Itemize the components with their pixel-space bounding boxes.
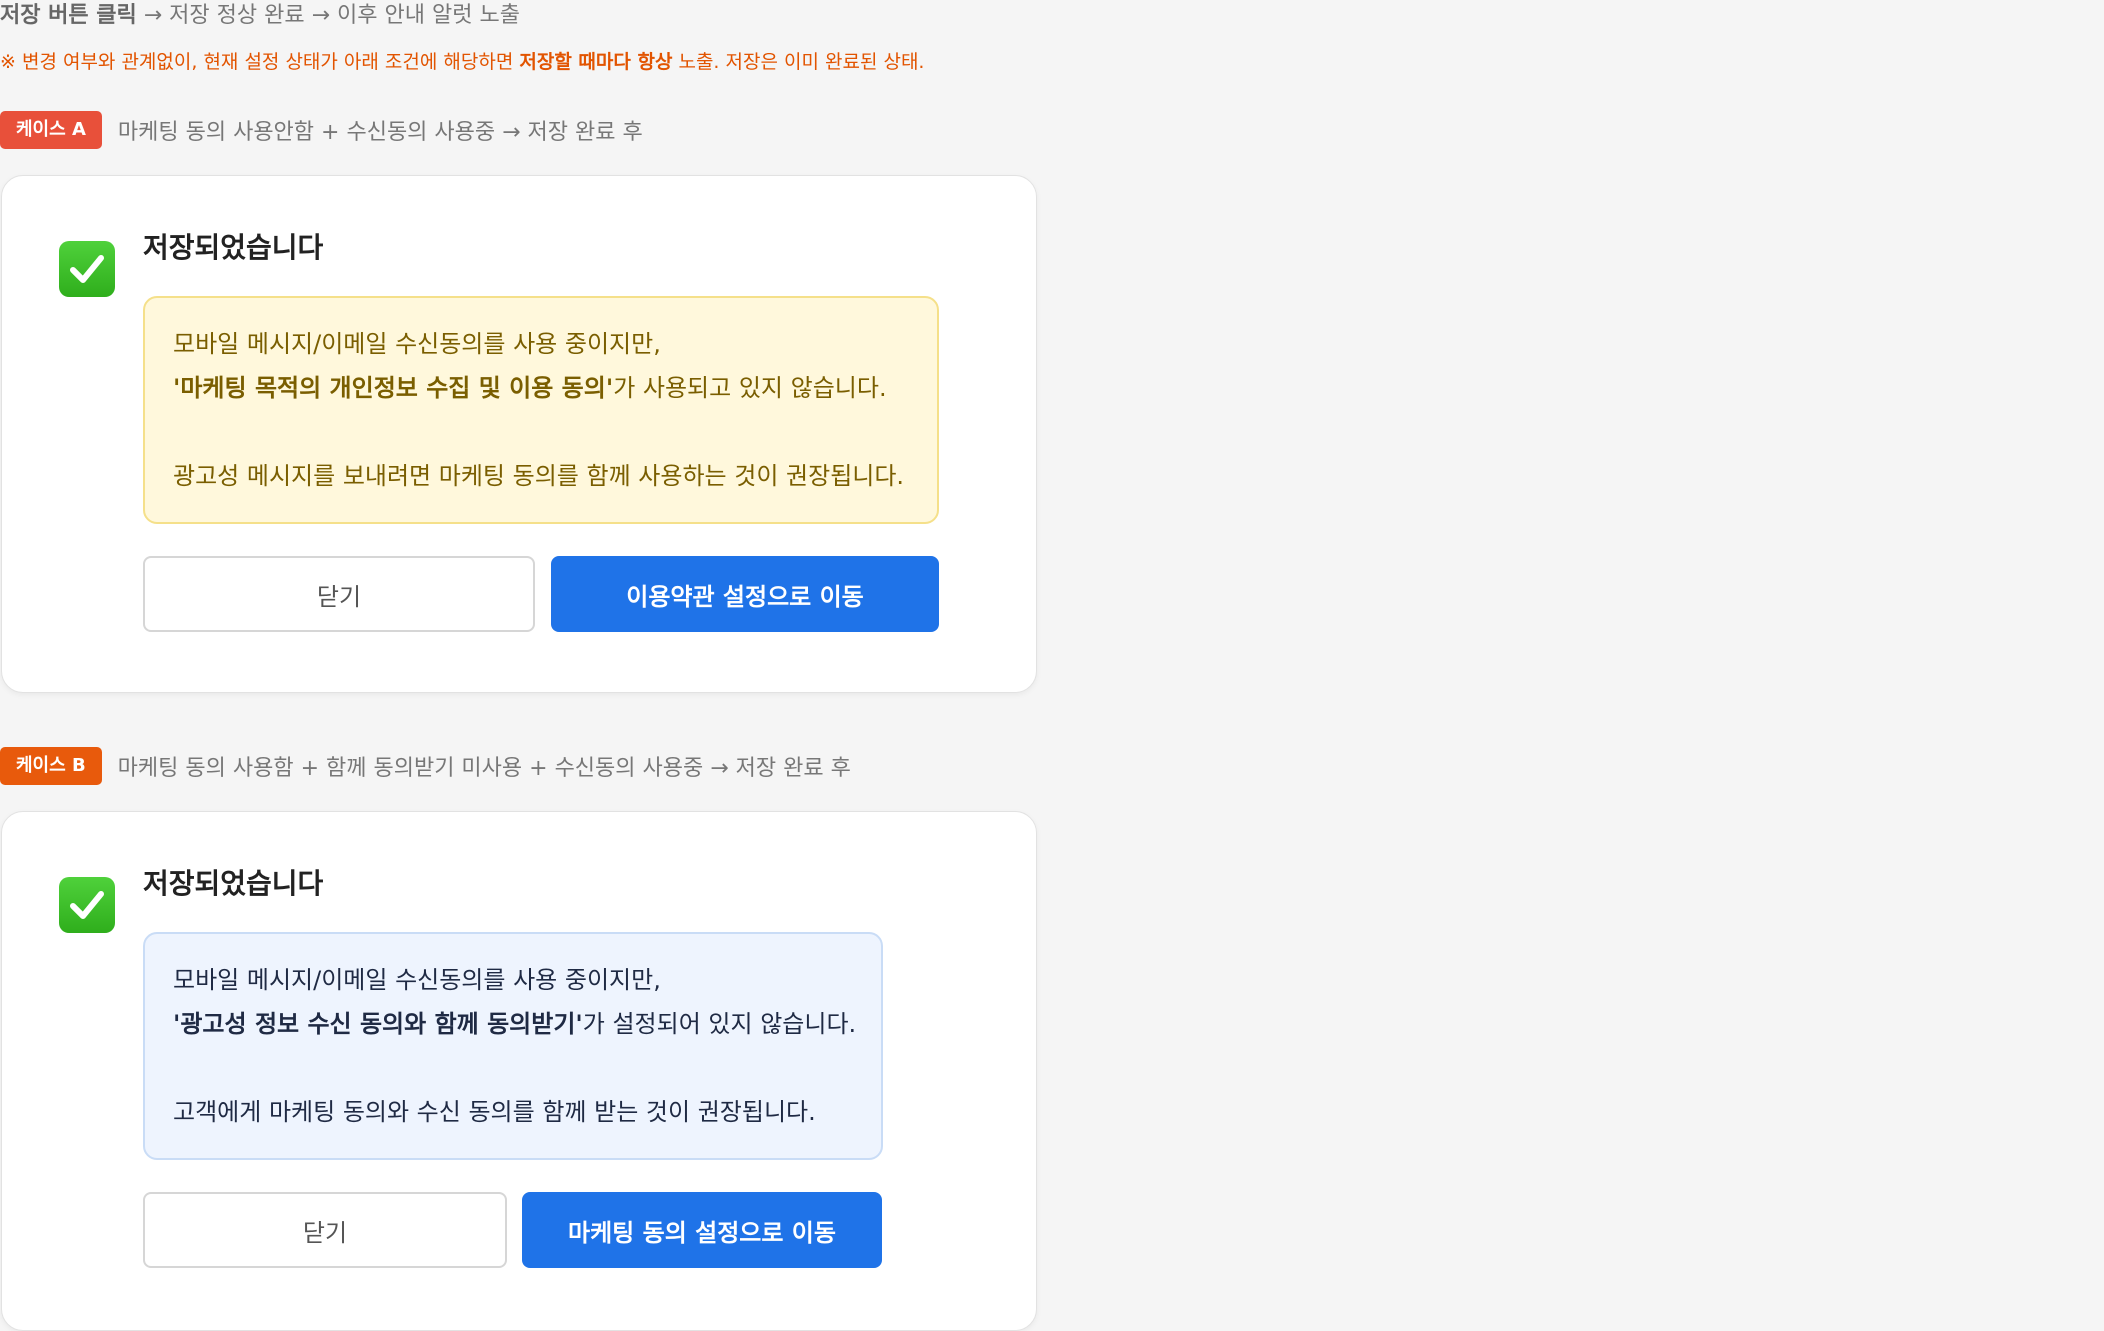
- case-a-badge: 케이스 A: [0, 111, 102, 149]
- note-prefix: ※ 변경 여부와 관계없이, 현재 설정 상태가 아래 조건에 해당하면: [0, 51, 520, 73]
- close-button[interactable]: 닫기: [143, 556, 535, 632]
- case-b-alert-dialog: 저장되었습니다 모바일 메시지/이메일 수신동의를 사용 중이지만, '광고성 …: [1, 811, 1037, 1331]
- case-b-label: 케이스 B 마케팅 동의 사용함 + 함께 동의받기 미사용 + 수신동의 사용…: [0, 747, 851, 785]
- dialog-title: 저장되었습니다: [143, 867, 324, 900]
- message-line-1: 모바일 메시지/이메일 수신동의를 사용 중이지만,: [173, 966, 661, 994]
- case-b-badge: 케이스 B: [0, 747, 102, 785]
- case-b-description: 마케팅 동의 사용함 + 함께 동의받기 미사용 + 수신동의 사용중 → 저장…: [117, 756, 851, 781]
- message-line-2-rest: 가 사용되고 있지 않습니다.: [613, 374, 887, 402]
- flow-description: 저장 버튼 클릭 → 저장 정상 완료 → 이후 안내 알럿 노출: [0, 0, 520, 32]
- message-line-1: 모바일 메시지/이메일 수신동의를 사용 중이지만,: [173, 330, 661, 358]
- note-suffix: 노출. 저장은 이미 완료된 상태.: [672, 51, 925, 73]
- info-message-box: 모바일 메시지/이메일 수신동의를 사용 중이지만, '광고성 정보 수신 동의…: [143, 932, 883, 1160]
- message-line-2-rest: 가 설정되어 있지 않습니다.: [582, 1010, 857, 1038]
- condition-note: ※ 변경 여부와 관계없이, 현재 설정 상태가 아래 조건에 해당하면 저장할…: [0, 47, 924, 77]
- message-line-2: '마케팅 목적의 개인정보 수집 및 이용 동의'가 사용되고 있지 않습니다.: [173, 366, 909, 410]
- dialog-title: 저장되었습니다: [143, 231, 324, 264]
- check-box-icon: [59, 877, 115, 933]
- case-a-label: 케이스 A 마케팅 동의 사용안함 + 수신동의 사용중 → 저장 완료 후: [0, 111, 643, 149]
- message-line-2: '광고성 정보 수신 동의와 함께 동의받기'가 설정되어 있지 않습니다.: [173, 1002, 857, 1046]
- go-to-marketing-consent-button[interactable]: 마케팅 동의 설정으로 이동: [522, 1192, 882, 1268]
- flow-steps-rest: → 저장 정상 완료 → 이후 안내 알럿 노출: [136, 3, 520, 28]
- message-line-3: 고객에게 마케팅 동의와 수신 동의를 함께 받는 것이 권장됩니다.: [173, 1098, 816, 1126]
- message-emphasis: '마케팅 목적의 개인정보 수집 및 이용 동의': [173, 374, 614, 402]
- message-emphasis: '광고성 정보 수신 동의와 함께 동의받기': [173, 1010, 583, 1038]
- go-to-terms-settings-button[interactable]: 이용약관 설정으로 이동: [551, 556, 939, 632]
- note-emphasis: 저장할 때마다 항상: [519, 51, 673, 73]
- message-line-3: 광고성 메시지를 보내려면 마케팅 동의를 함께 사용하는 것이 권장됩니다.: [173, 462, 905, 490]
- warning-message-box: 모바일 메시지/이메일 수신동의를 사용 중이지만, '마케팅 목적의 개인정보…: [143, 296, 939, 524]
- close-button[interactable]: 닫기: [143, 1192, 507, 1268]
- check-box-icon: [59, 241, 115, 297]
- case-a-description: 마케팅 동의 사용안함 + 수신동의 사용중 → 저장 완료 후: [117, 120, 643, 145]
- case-a-alert-dialog: 저장되었습니다 모바일 메시지/이메일 수신동의를 사용 중이지만, '마케팅 …: [1, 175, 1037, 693]
- flow-step-click: 저장 버튼 클릭: [0, 3, 137, 28]
- check-mark-icon: [70, 891, 104, 919]
- check-mark-icon: [70, 255, 104, 283]
